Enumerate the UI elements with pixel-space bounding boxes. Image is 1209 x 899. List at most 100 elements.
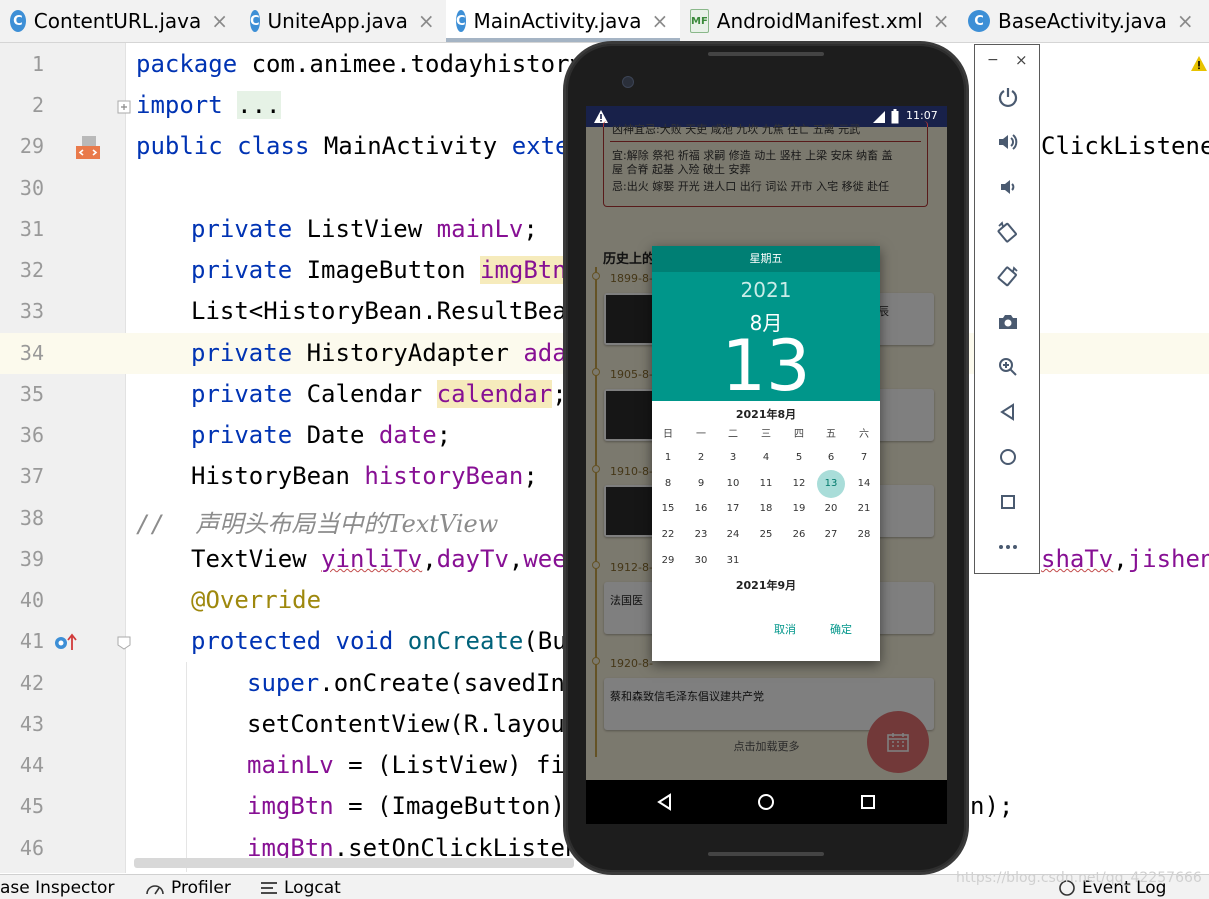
calendar-day[interactable]: 3	[717, 449, 749, 467]
tab-uniteapp[interactable]: C UniteApp.java ×	[240, 0, 446, 42]
line-number: 41	[19, 629, 44, 653]
code-line-45: imgBtn = (ImageButton)	[247, 792, 579, 820]
calendar-day[interactable]: 29	[652, 552, 684, 570]
calendar-day[interactable]: 19	[783, 500, 815, 518]
home-icon[interactable]	[754, 790, 778, 814]
calendar-day[interactable]: 1	[652, 449, 684, 467]
tab-contenturl[interactable]: C ContentURL.java ×	[0, 0, 240, 42]
home-icon[interactable]	[996, 445, 1020, 469]
calendar-day[interactable]: 27	[815, 526, 847, 544]
tab-baseactivity[interactable]: C BaseActivity.java ×	[958, 0, 1209, 42]
editor-gutter	[0, 43, 126, 873]
calendar-day[interactable]: 15	[652, 500, 684, 518]
field-name: mainLv	[436, 215, 524, 243]
manifest-file-icon: MF	[690, 9, 709, 33]
rotate-right-icon[interactable]	[996, 265, 1020, 289]
code-line-36: private Date date;	[191, 421, 451, 449]
date-picker-header: 星期五 2021 8月 13	[652, 246, 880, 406]
calendar-day[interactable]: 10	[717, 475, 749, 493]
tab-mainactivity[interactable]: C MainActivity.java ×	[446, 0, 680, 42]
back-icon[interactable]	[996, 400, 1020, 424]
code-line-31: private ListView mainLv;	[191, 215, 538, 243]
warning-icon[interactable]	[1190, 55, 1208, 73]
calendar-month-title: 2021年8月	[735, 408, 797, 421]
code-text: Calendar	[292, 380, 437, 408]
folded-imports[interactable]: ...	[237, 91, 281, 119]
overview-icon[interactable]	[856, 790, 880, 814]
power-icon[interactable]	[996, 85, 1020, 109]
cancel-button[interactable]: 取消	[774, 621, 796, 637]
calendar-day[interactable]: 8	[652, 475, 684, 493]
code-text: n);	[970, 792, 1014, 820]
more-icon[interactable]	[996, 535, 1020, 559]
logcat-button[interactable]: Logcat	[260, 878, 341, 898]
calendar-day[interactable]: 26	[783, 526, 815, 544]
field-name: yinliTv	[321, 545, 423, 573]
close-icon[interactable]: ×	[211, 9, 228, 33]
minimize-button[interactable]: −	[987, 52, 999, 68]
annotation: @Override	[191, 586, 322, 614]
code-text: Date	[292, 421, 379, 449]
calendar-day[interactable]: 17	[717, 500, 749, 518]
calendar-day[interactable]: 2	[685, 449, 717, 467]
calendar-day[interactable]: 30	[685, 552, 717, 570]
code-line-37: HistoryBean historyBean;	[191, 462, 538, 490]
speaker-grille	[708, 52, 824, 56]
close-icon[interactable]: ×	[418, 9, 435, 33]
calendar-day[interactable]: 23	[685, 526, 717, 544]
calendar-day[interactable]: 25	[750, 526, 782, 544]
layout-file-icon[interactable]	[74, 135, 102, 161]
keyword: private	[191, 380, 293, 408]
calendar-day[interactable]: 5	[783, 449, 815, 467]
calendar-day[interactable]: 28	[848, 526, 880, 544]
calendar-day[interactable]: 9	[685, 475, 717, 493]
selected-day[interactable]: 13	[652, 326, 880, 406]
horizontal-scrollbar[interactable]	[134, 858, 574, 868]
list-icon	[261, 882, 277, 894]
ok-button[interactable]: 确定	[830, 621, 852, 637]
calendar-day[interactable]: 6	[815, 449, 847, 467]
layout-inspector-button[interactable]: ase Inspector	[0, 878, 114, 898]
close-icon[interactable]: ×	[652, 9, 669, 33]
fold-toggle-icon[interactable]	[117, 100, 131, 114]
calendar-day[interactable]: 16	[685, 500, 717, 518]
fold-toggle-icon[interactable]	[117, 636, 131, 650]
calendar-day[interactable]: 22	[652, 526, 684, 544]
camera-icon[interactable]	[996, 310, 1020, 334]
calendar-day[interactable]: 7	[848, 449, 880, 467]
volume-up-icon[interactable]	[996, 130, 1020, 154]
zoom-icon[interactable]	[996, 355, 1020, 379]
calendar-day[interactable]: 12	[783, 475, 815, 493]
weekday-header: 一	[696, 429, 706, 440]
profiler-button[interactable]: Profiler	[145, 878, 231, 898]
close-icon[interactable]: ×	[933, 9, 950, 33]
override-marker-icon[interactable]	[53, 632, 77, 652]
calendar-day[interactable]: 24	[717, 526, 749, 544]
code-text: ,	[508, 545, 524, 573]
close-button[interactable]: ×	[1015, 51, 1028, 69]
calendar-day-selected[interactable]: 13	[815, 475, 847, 493]
calendar-day[interactable]: 4	[750, 449, 782, 467]
calendar-day[interactable]: 11	[750, 475, 782, 493]
close-icon[interactable]: ×	[1177, 9, 1194, 33]
phone-screen[interactable]: 11:07 凶神宜忌:大败 天吏 咸池 九坎 九焦 往亡 五离 元武 宜:解除 …	[586, 106, 947, 824]
code-text: MainActivity	[309, 132, 512, 160]
rotate-left-icon[interactable]	[996, 220, 1020, 244]
weekday-header: 二	[728, 429, 738, 440]
selected-year[interactable]: 2021	[652, 278, 880, 302]
volume-down-icon[interactable]	[996, 175, 1020, 199]
calendar-day[interactable]: 31	[717, 552, 749, 570]
editor-tab-bar: C ContentURL.java × C UniteApp.java × C …	[0, 0, 1209, 43]
tab-androidmanifest[interactable]: MF AndroidManifest.xml ×	[680, 0, 958, 42]
calendar-day[interactable]: 18	[750, 500, 782, 518]
keyword: private	[191, 256, 293, 284]
code-text: setContentView(R.layout	[247, 710, 580, 738]
overview-icon[interactable]	[996, 490, 1020, 514]
calendar-day[interactable]: 14	[848, 475, 880, 493]
back-icon[interactable]	[653, 790, 677, 814]
line-number: 43	[19, 712, 44, 736]
calendar-day[interactable]: 20	[815, 500, 847, 518]
calendar-day[interactable]: 21	[848, 500, 880, 518]
code-text: HistoryAdapter	[292, 339, 524, 367]
code-line-43: setContentView(R.layout	[247, 710, 579, 738]
